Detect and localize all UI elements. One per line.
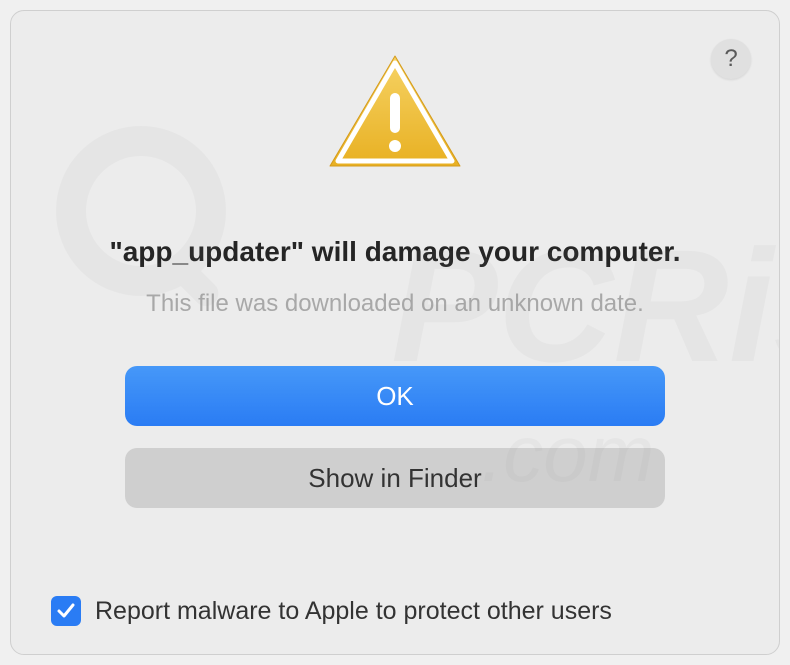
ok-button[interactable]: OK [125,366,665,426]
warning-icon [325,51,465,181]
security-warning-dialog: PCRisk .com ? "app_updater" will damage … [10,10,780,655]
report-malware-checkbox[interactable] [51,596,81,626]
report-malware-label: Report malware to Apple to protect other… [95,597,612,626]
show-in-finder-button[interactable]: Show in Finder [125,448,665,508]
checkmark-icon [56,601,76,621]
dialog-subtitle: This file was downloaded on an unknown d… [146,290,644,318]
dialog-title: "app_updater" will damage your computer. [109,236,680,268]
help-button[interactable]: ? [711,39,751,79]
help-icon: ? [724,45,737,73]
report-malware-row: Report malware to Apple to protect other… [51,596,612,626]
